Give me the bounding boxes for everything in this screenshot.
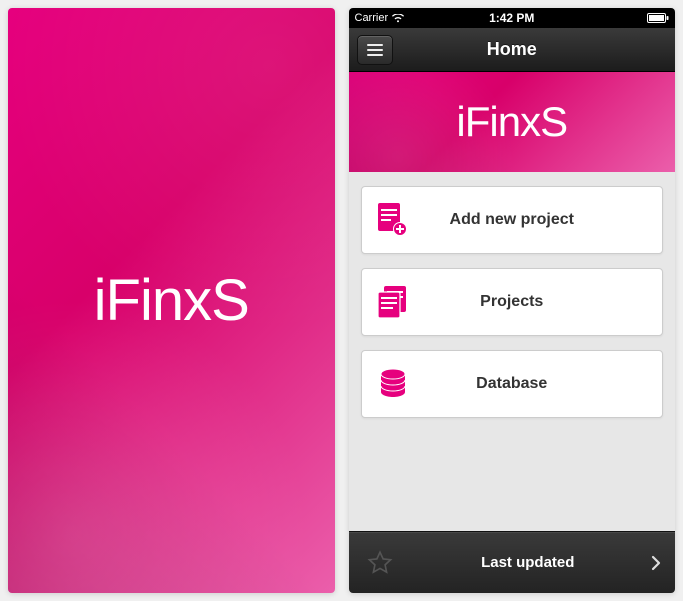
splash-brand: iFinxS <box>94 267 249 334</box>
carrier-label: Carrier <box>355 12 389 24</box>
brand-banner: iFinxS <box>349 72 676 172</box>
wifi-icon <box>392 14 404 23</box>
menu-item-label: Database <box>424 375 663 393</box>
menu-item-add-project[interactable]: Add new project <box>361 186 664 254</box>
battery-icon <box>647 13 669 23</box>
chevron-right-icon <box>651 555 661 571</box>
page-title: Home <box>487 39 537 60</box>
menu-list: Add new project Projects <box>349 172 676 531</box>
database-icon <box>362 369 424 399</box>
splash-screen: iFinxS <box>8 8 335 593</box>
menu-item-projects[interactable]: Projects <box>361 268 664 336</box>
hamburger-icon <box>367 44 383 46</box>
menu-button[interactable] <box>357 35 393 65</box>
status-bar: Carrier 1:42 PM <box>349 8 676 28</box>
footer-label: Last updated <box>411 554 676 571</box>
nav-bar: Home <box>349 28 676 72</box>
document-plus-icon <box>362 203 424 237</box>
footer-last-updated[interactable]: Last updated <box>349 531 676 593</box>
menu-item-label: Add new project <box>424 211 663 229</box>
menu-item-label: Projects <box>424 293 663 311</box>
home-screen: Carrier 1:42 PM Home iFinxS <box>349 8 676 593</box>
menu-item-database[interactable]: Database <box>361 350 664 418</box>
star-icon <box>349 550 411 576</box>
banner-brand: iFinxS <box>456 98 567 146</box>
documents-icon <box>362 286 424 318</box>
clock: 1:42 PM <box>489 11 534 25</box>
